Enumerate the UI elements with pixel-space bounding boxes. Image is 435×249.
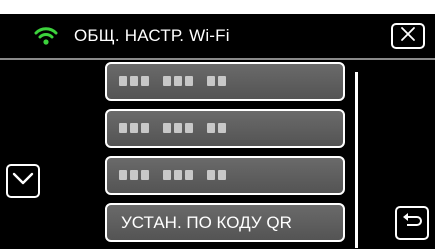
qr-setup-button[interactable]: УСТАН. ПО КОДУ QR (105, 203, 345, 242)
close-button[interactable] (391, 23, 425, 49)
qr-setup-label: УСТАН. ПО КОДУ QR (121, 213, 292, 232)
page-title: ОБЩ. НАСТР. Wi-Fi (74, 26, 230, 45)
masked-network-name (119, 123, 226, 133)
close-icon (399, 26, 417, 47)
back-button[interactable] (395, 206, 429, 240)
masked-network-name (119, 170, 226, 180)
masked-network-name (119, 76, 226, 86)
network-item-2[interactable] (105, 109, 345, 148)
network-item-1[interactable] (105, 62, 345, 101)
header-divider (0, 58, 435, 60)
scroll-down-button[interactable] (6, 164, 40, 198)
network-item-3[interactable] (105, 156, 345, 195)
chevron-down-icon (12, 172, 34, 191)
screen: ОБЩ. НАСТР. Wi-Fi УСТАН. ПО КОДУ QR (0, 14, 435, 249)
wifi-icon (34, 24, 58, 48)
scrollbar[interactable] (355, 72, 358, 248)
back-arrow-icon (401, 211, 423, 236)
header: ОБЩ. НАСТР. Wi-Fi (0, 14, 435, 58)
